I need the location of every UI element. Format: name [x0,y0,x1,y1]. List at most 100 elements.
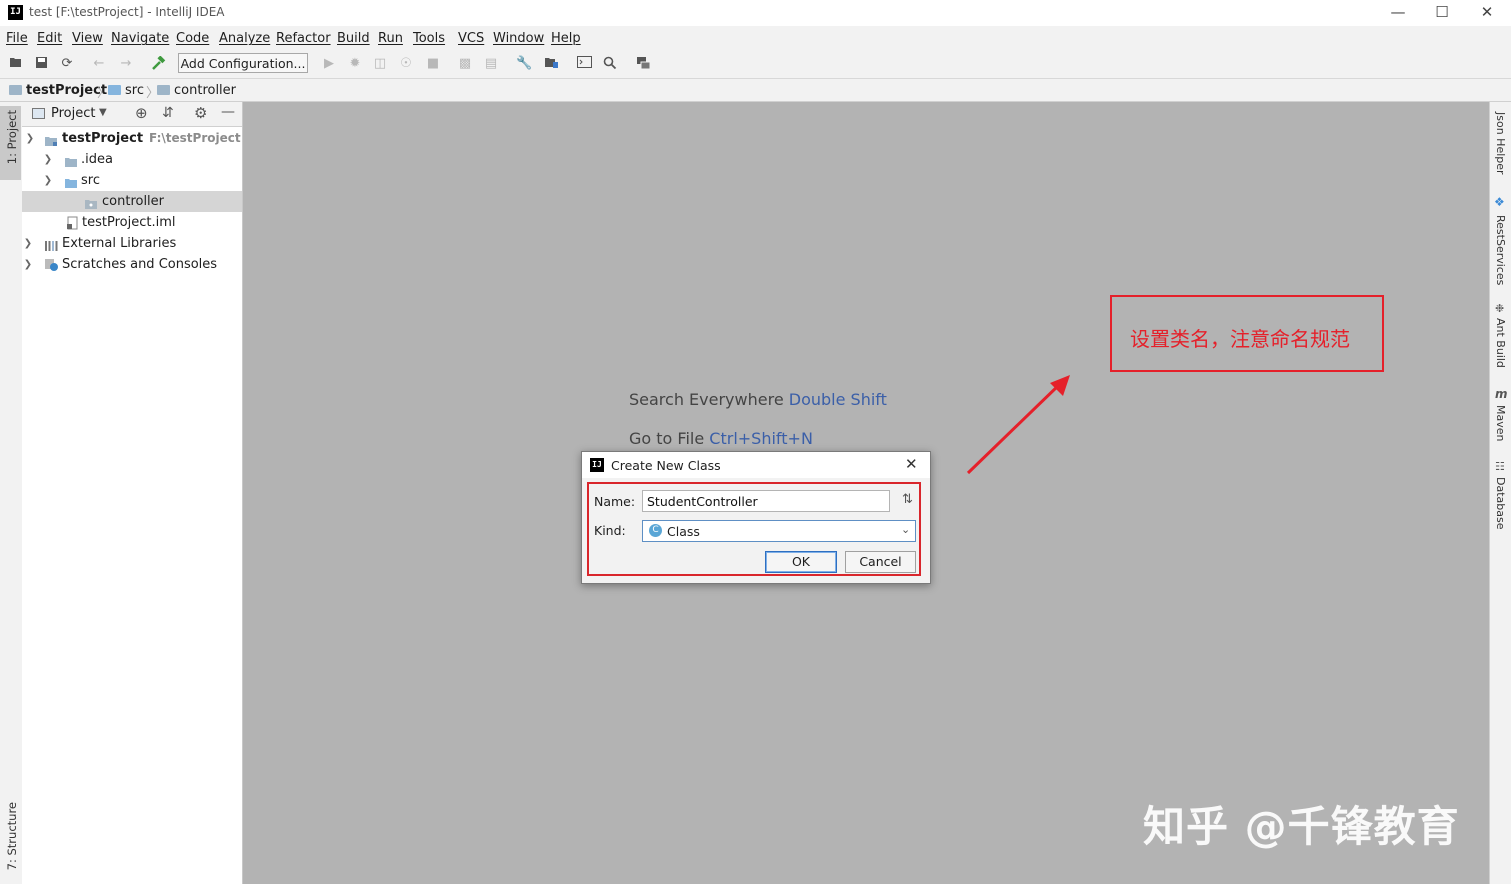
tree-label: testProject F:\testProject [62,131,241,146]
sort-arrows-icon[interactable]: ⇅ [902,492,913,507]
gear-icon[interactable]: ⚙ [194,104,207,122]
ok-button[interactable]: OK [765,551,837,573]
class-name-input[interactable] [642,490,890,512]
intellij-logo-icon: IJ [590,458,604,472]
minimize-icon[interactable]: — [1387,2,1409,22]
annotation-arrow-icon [966,375,1070,475]
menu-view[interactable]: View [72,31,103,46]
tree-label: External Libraries [62,236,177,251]
vcs-update-icon[interactable]: ▩ [457,56,473,72]
close-icon[interactable]: ✕ [1476,2,1498,22]
scratches-icon [44,258,59,279]
title-bar: IJ test [F:\testProject] - IntelliJ IDEA… [0,0,1511,26]
coverage-icon[interactable]: ◫ [372,56,388,72]
tree-item-external-libraries[interactable]: ❯ External Libraries [22,233,242,254]
run-icon[interactable]: ▶ [321,56,337,72]
tree-item-idea[interactable]: ❯ .idea [22,149,242,170]
project-tool-tab[interactable]: 1: Project [5,110,19,164]
debug-icon[interactable]: ✹ [347,56,363,72]
tree-item-src[interactable]: ❯ src [22,170,242,191]
close-icon[interactable]: ✕ [905,455,918,473]
chevron-right-icon[interactable]: ❯ [22,254,34,275]
watermark: 知乎 @千锋教育 [1143,802,1460,851]
breadcrumb-src[interactable]: src [108,83,144,98]
add-configuration-button[interactable]: Add Configuration... [178,53,308,73]
project-panel: Project ▼ ⊕ ⇵ ⚙ — ❯ testProject F:\testPr… [22,102,243,884]
json-helper-tab[interactable]: Json Helper [1494,112,1507,175]
rest-services-tab[interactable]: RestServices [1494,215,1507,285]
breadcrumb: testProject 〉 src 〉 controller [0,79,1511,102]
cancel-button[interactable]: Cancel [845,551,916,573]
collapse-all-icon[interactable]: ⇵ [162,105,174,121]
tree-item-controller[interactable]: controller [22,191,242,212]
menu-run[interactable]: Run [378,31,403,46]
locate-target-icon[interactable]: ⊕ [135,104,148,122]
window-title: test [F:\testProject] - IntelliJ IDEA [29,5,225,19]
build-hammer-icon[interactable] [150,55,166,72]
chevron-right-icon[interactable]: ❯ [42,149,54,170]
project-structure-icon[interactable] [543,56,559,72]
ant-build-tab[interactable]: Ant Build [1494,318,1507,368]
chevron-down-icon[interactable]: ▼ [99,107,107,118]
hint-search-everywhere: Search Everywhere Double Shift [629,390,887,409]
breadcrumb-project[interactable]: testProject [9,83,107,98]
back-icon[interactable]: ← [91,56,107,72]
menu-refactor[interactable]: Refactor [276,31,331,46]
sync-icon[interactable]: ⟳ [59,56,75,72]
save-icon[interactable] [33,56,49,72]
menu-edit[interactable]: Edit [37,31,62,46]
tree-item-testproject[interactable]: ❯ testProject F:\testProject [22,128,242,149]
dialog-title-bar: IJ Create New Class ✕ [582,452,930,478]
menu-tools[interactable]: Tools [413,31,445,46]
project-view-title[interactable]: Project [51,106,95,121]
profile-icon[interactable]: ☉ [398,56,414,72]
menu-navigate[interactable]: Navigate [111,31,169,46]
project-view-icon [32,108,45,119]
maven-tab[interactable]: Maven [1494,405,1507,441]
database-tab[interactable]: Database [1494,477,1507,530]
chevron-down-icon[interactable]: ⌄ [901,523,910,536]
database-icon: ☷ [1495,460,1505,473]
chevron-right-icon[interactable]: ❯ [22,233,34,254]
menu-analyze[interactable]: Analyze [219,31,270,46]
structure-tool-tab[interactable]: 7: Structure [5,802,19,870]
stop-icon[interactable]: ■ [425,56,441,72]
tree-label: .idea [81,152,113,167]
project-panel-header: Project ▼ ⊕ ⇵ ⚙ — [22,102,242,127]
tree-label: Scratches and Consoles [62,257,218,272]
tree-label: src [81,173,100,188]
rest-services-icon: ❖ [1494,195,1505,209]
menu-vcs[interactable]: VCS [458,31,484,46]
kind-select[interactable]: C Class ⌄ [642,520,916,542]
chevron-down-icon[interactable]: ❯ [42,170,54,191]
left-tool-strip: 1: Project 7: Structure [0,102,23,884]
source-folder-icon [108,85,121,95]
tree-item-scratches[interactable]: ❯ Scratches and Consoles [22,254,242,275]
settings-wrench-icon[interactable]: 🔧 [516,56,532,72]
kind-selected-value: Class [667,524,700,539]
menu-bar: File Edit View Navigate Code Analyze Ref… [0,26,1511,50]
maximize-icon[interactable]: ☐ [1431,2,1453,22]
tree-item-iml[interactable]: testProject.iml [22,212,242,233]
menu-code[interactable]: Code [176,31,209,46]
layout-icon[interactable] [635,56,651,72]
main-toolbar: ⟳ ← → Add Configuration... ▶ ✹ ◫ ☉ ■ ▩ ▤… [0,50,1511,79]
chevron-down-icon[interactable]: ❯ [24,128,36,149]
menu-window[interactable]: Window [493,31,544,46]
dialog-title: Create New Class [611,458,721,473]
vcs-commit-icon[interactable]: ▤ [483,56,499,72]
menu-file[interactable]: File [6,31,28,46]
create-new-class-dialog: IJ Create New Class ✕ Name: ⇅ Kind: C Cl… [581,451,931,584]
kind-label: Kind: [594,523,626,538]
search-icon[interactable] [602,56,618,72]
class-icon: C [649,524,662,537]
tree-label: testProject.iml [82,215,176,230]
forward-icon[interactable]: → [118,56,134,72]
breadcrumb-controller[interactable]: controller [157,83,236,98]
hide-panel-icon[interactable]: — [221,104,235,120]
terminal-icon[interactable] [576,56,592,72]
menu-help[interactable]: Help [551,31,581,46]
open-folder-icon[interactable] [8,56,24,72]
menu-build[interactable]: Build [337,31,370,46]
ant-icon: ❉ [1495,302,1505,315]
